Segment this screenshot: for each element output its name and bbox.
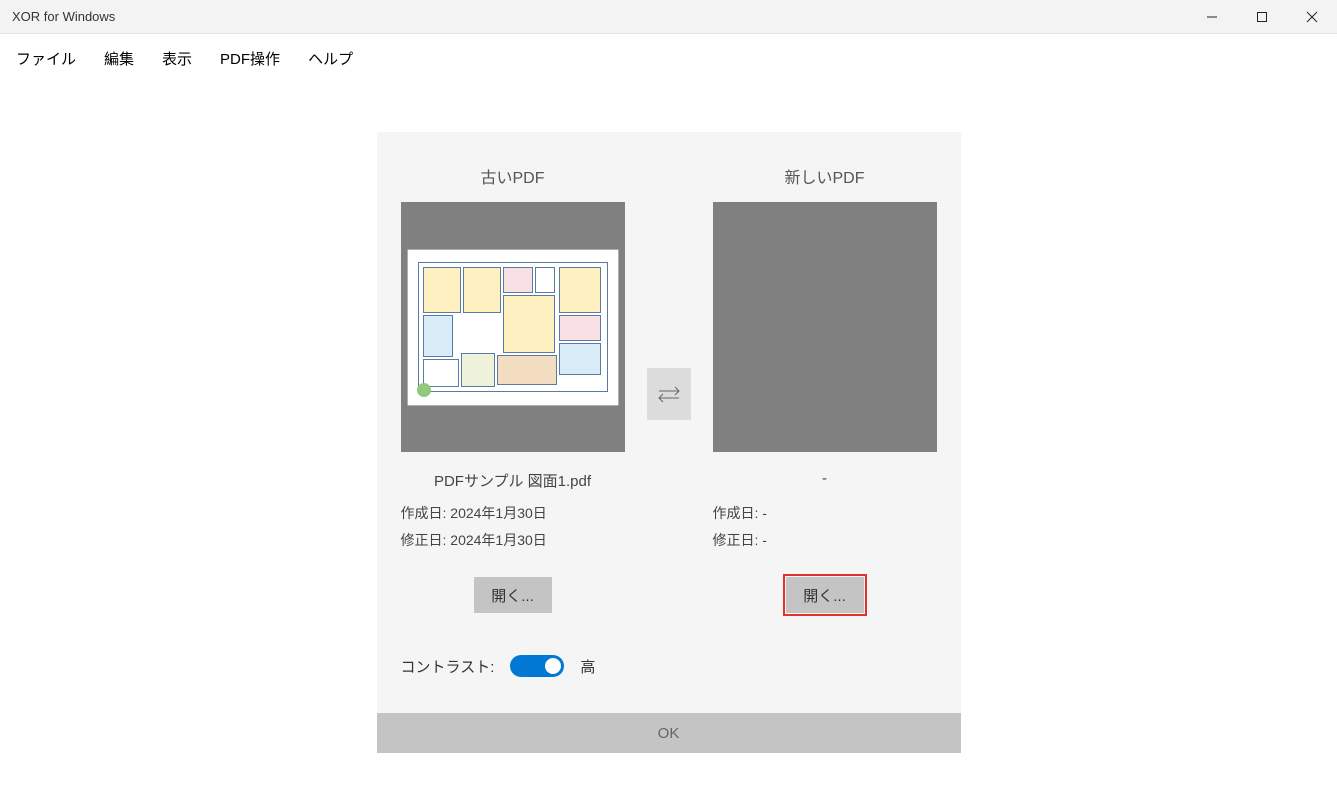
menu-edit[interactable]: 編集 (90, 40, 148, 77)
ok-button[interactable]: OK (377, 713, 961, 753)
swap-icon (656, 384, 682, 404)
old-created-label: 作成日: (401, 505, 447, 521)
new-modified-row: 修正日: - (713, 527, 767, 554)
old-open-button[interactable]: 開く... (474, 577, 552, 613)
minimize-button[interactable] (1187, 0, 1237, 34)
new-pdf-column: 新しいPDF - 作成日: - 修正日: - 開く... (713, 164, 937, 613)
window-title: XOR for Windows (12, 9, 115, 24)
old-modified-label: 修正日: (401, 532, 447, 548)
old-modified-row: 修正日: 2024年1月30日 (401, 527, 547, 554)
menu-help[interactable]: ヘルプ (294, 40, 367, 77)
close-button[interactable] (1287, 0, 1337, 34)
titlebar: XOR for Windows (0, 0, 1337, 34)
compare-dialog: 古いPDF PDFサンプル 図面1.pdf 作成日: 2024年1月30日 (377, 132, 961, 753)
old-modified-value: 2024年1月30日 (450, 532, 547, 548)
new-created-label: 作成日: (713, 505, 759, 521)
close-icon (1306, 11, 1318, 23)
floorplan-preview (418, 262, 608, 392)
minimize-icon (1206, 11, 1218, 23)
contrast-toggle[interactable] (510, 655, 564, 677)
old-pdf-filename: PDFサンプル 図面1.pdf (434, 470, 591, 490)
new-pdf-thumbnail[interactable] (713, 202, 937, 452)
old-created-row: 作成日: 2024年1月30日 (401, 500, 547, 527)
old-pdf-page-preview (408, 250, 618, 405)
maximize-icon (1256, 11, 1268, 23)
old-pdf-column: 古いPDF PDFサンプル 図面1.pdf 作成日: 2024年1月30日 (401, 164, 625, 613)
swap-button[interactable] (647, 368, 691, 420)
new-created-row: 作成日: - (713, 500, 767, 527)
new-created-value: - (762, 505, 767, 521)
maximize-button[interactable] (1237, 0, 1287, 34)
contrast-label: コントラスト: (401, 656, 495, 677)
new-pdf-filename: - (822, 470, 827, 490)
pdf-compare-row: 古いPDF PDFサンプル 図面1.pdf 作成日: 2024年1月30日 (401, 164, 937, 613)
new-open-button[interactable]: 開く... (786, 577, 864, 613)
toggle-knob (545, 658, 561, 674)
old-created-value: 2024年1月30日 (450, 505, 547, 521)
menu-view[interactable]: 表示 (148, 40, 206, 77)
new-pdf-metadata: 作成日: - 修正日: - (713, 500, 767, 553)
new-modified-value: - (762, 532, 767, 548)
menu-file[interactable]: ファイル (2, 40, 90, 77)
new-pdf-heading: 新しいPDF (784, 164, 864, 188)
old-pdf-metadata: 作成日: 2024年1月30日 修正日: 2024年1月30日 (401, 500, 547, 553)
menubar: ファイル 編集 表示 PDF操作 ヘルプ (0, 34, 1337, 82)
old-pdf-thumbnail[interactable] (401, 202, 625, 452)
new-modified-label: 修正日: (713, 532, 759, 548)
menu-pdf[interactable]: PDF操作 (206, 40, 294, 77)
contrast-row: コントラスト: 高 (401, 655, 937, 677)
old-pdf-heading: 古いPDF (480, 164, 544, 188)
window-controls (1187, 0, 1337, 34)
contrast-value: 高 (580, 656, 595, 677)
